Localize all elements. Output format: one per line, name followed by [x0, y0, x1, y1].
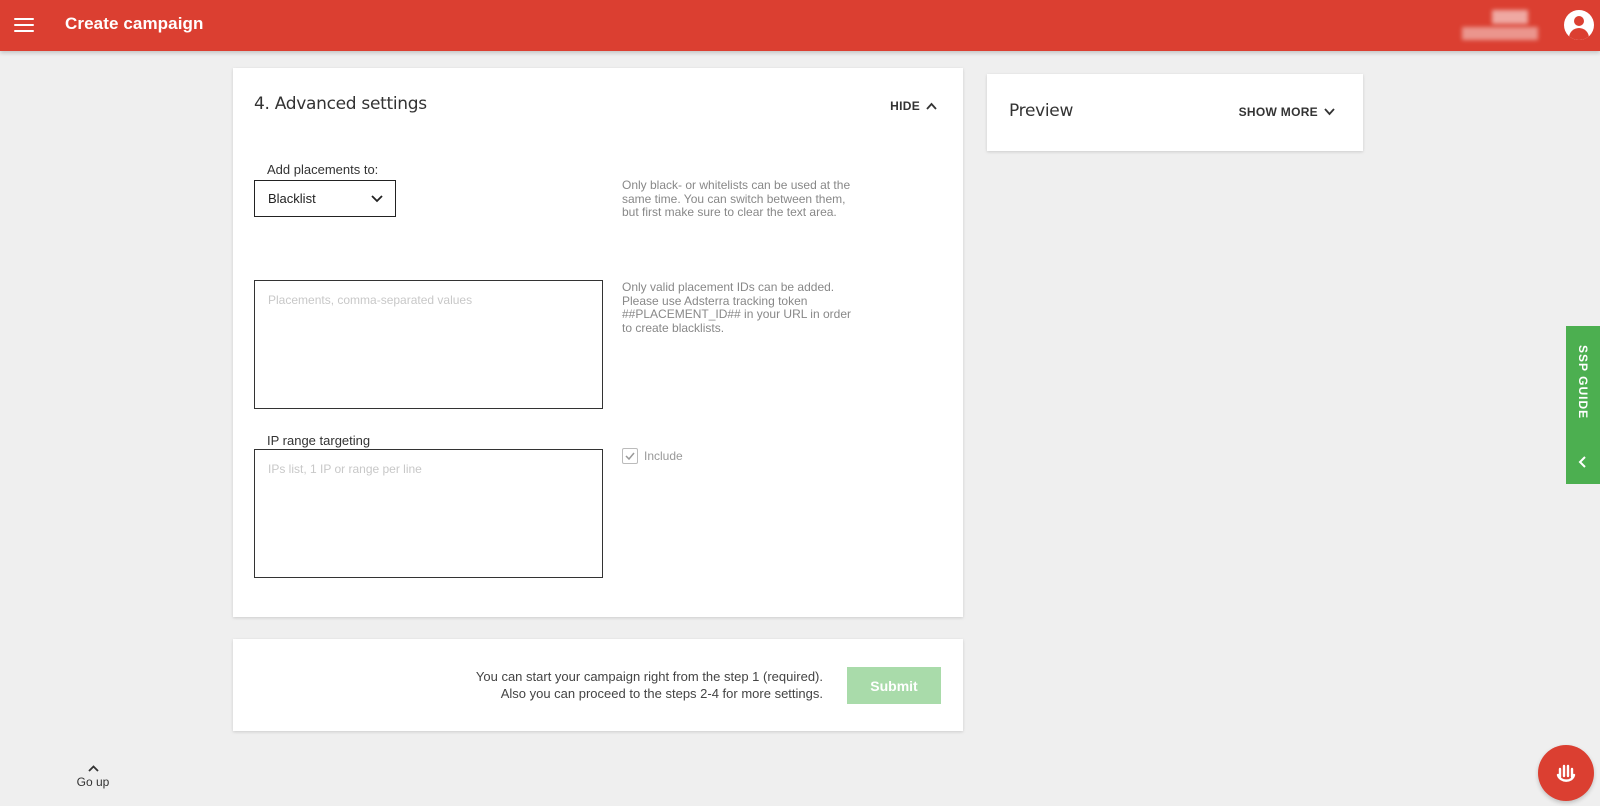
- placements-list-select[interactable]: Blacklist: [254, 180, 396, 217]
- ssp-guide-label: SSP GUIDE: [1576, 344, 1590, 420]
- placements-select-value: Blacklist: [268, 191, 316, 206]
- show-more-label: SHOW MORE: [1238, 105, 1318, 119]
- chevron-up-icon: [926, 102, 937, 110]
- placements-help-text: Only black- or whitelists can be used at…: [622, 178, 851, 219]
- submit-note-line-2: Also you can proceed to the steps 2-4 fo…: [500, 686, 823, 701]
- advanced-settings-title: 4. Advanced settings: [254, 94, 427, 114]
- include-checkbox-wrapper[interactable]: Include: [622, 448, 683, 464]
- hamburger-menu-icon[interactable]: [14, 15, 34, 35]
- go-up-label: Go up: [76, 775, 110, 789]
- show-more-toggle-button[interactable]: SHOW MORE: [1239, 105, 1335, 119]
- placements-textarea-help-text: Only valid placement IDs can be added. P…: [622, 280, 851, 335]
- check-icon: [625, 452, 635, 460]
- preview-title: Preview: [1009, 101, 1074, 121]
- advanced-settings-card: 4. Advanced settings HIDE Add placements…: [233, 68, 963, 617]
- chevron-down-icon: [1324, 108, 1335, 116]
- hand-icon: [1556, 764, 1576, 782]
- page-title: Create campaign: [65, 14, 204, 33]
- include-label: Include: [644, 449, 683, 463]
- include-checkbox[interactable]: [622, 448, 638, 464]
- go-up-button[interactable]: Go up: [68, 765, 118, 789]
- preview-card: Preview SHOW MORE: [987, 74, 1363, 151]
- ssp-guide-tab[interactable]: SSP GUIDE: [1566, 326, 1600, 484]
- submit-button[interactable]: Submit: [847, 667, 941, 704]
- user-name-redacted: [1462, 10, 1538, 40]
- hand-wave-icon[interactable]: [1538, 745, 1594, 801]
- chevron-up-icon: [87, 765, 99, 772]
- submit-card: You can start your campaign right from t…: [233, 639, 963, 731]
- chevron-down-icon: [371, 195, 383, 203]
- submit-note: You can start your campaign right from t…: [476, 668, 823, 702]
- ip-range-label: IP range targeting: [267, 433, 371, 448]
- placements-textarea[interactable]: [254, 280, 603, 409]
- account-circle-icon[interactable]: [1564, 10, 1594, 40]
- hide-toggle-button[interactable]: HIDE: [890, 99, 937, 113]
- chevron-left-icon: [1578, 456, 1586, 468]
- placements-label: Add placements to:: [267, 162, 379, 177]
- hide-toggle-label: HIDE: [890, 99, 920, 113]
- top-app-bar: Create campaign: [0, 0, 1600, 51]
- submit-note-line-1: You can start your campaign right from t…: [475, 669, 823, 684]
- ip-range-textarea[interactable]: [254, 449, 603, 578]
